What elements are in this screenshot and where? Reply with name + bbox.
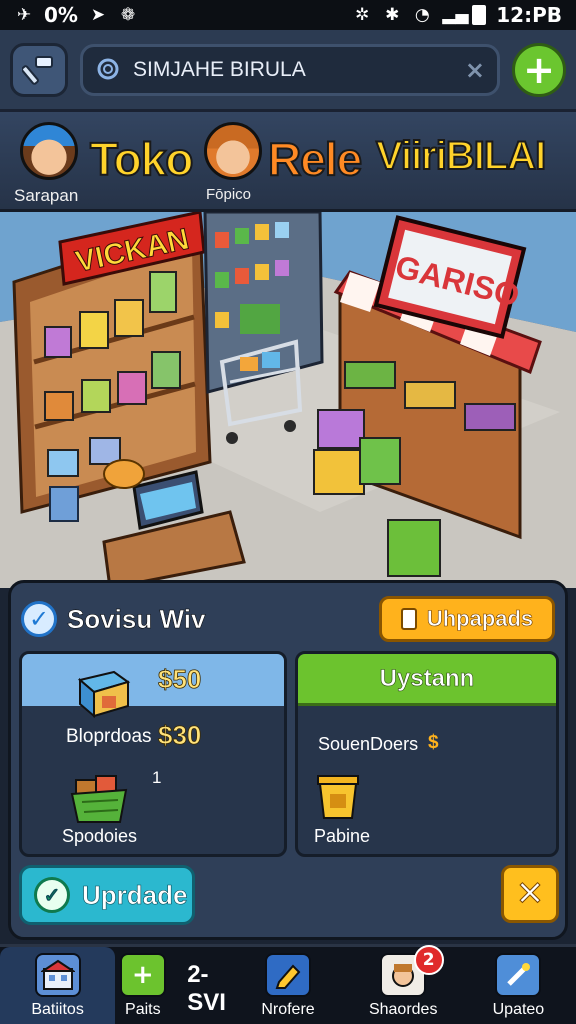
hammer-back-button[interactable]	[10, 42, 68, 97]
player-avatar-label: Sarapan	[14, 186, 79, 205]
updates-button[interactable]: Uhpapads	[379, 596, 555, 642]
item-price-1: $30	[158, 720, 202, 751]
panel-header: ✓ Sovisu Wiv Uhpapads	[21, 593, 555, 645]
companion-avatar-label: Fōpico	[206, 186, 252, 203]
nav-item-paits[interactable]: + 2-SVI Paits	[115, 947, 230, 1024]
update-button-label: Uprdade	[82, 879, 188, 910]
top-price: $50	[158, 664, 202, 695]
panel-title: Sovisu Wiv	[67, 603, 206, 634]
status-bar: ✈ 0% ➤ ❁ ✲ ✱ ◔ ▂▄ 12:PB	[0, 0, 576, 30]
plus-icon: +	[119, 953, 166, 997]
title-banner: Sarapan Toko Fōpico Rele ViiriBILAI	[0, 112, 576, 212]
bag-icon	[400, 608, 417, 630]
battery-percent: 0%	[44, 3, 78, 27]
title-word-3: ViiriBILAI	[375, 133, 547, 179]
right-item-name-2: Pabine	[314, 826, 371, 846]
nav-label-paits: Paits	[125, 1001, 161, 1018]
notification-badge: 2	[413, 945, 444, 975]
cell-signal-icon: ▂▄	[442, 5, 469, 25]
title-word-1: Toko	[89, 132, 194, 186]
item-count: 1	[152, 768, 162, 787]
nav-extra-value: 2-SVI	[187, 961, 226, 1016]
check-icon: ✓	[21, 601, 57, 637]
location-icon: ➤	[90, 5, 106, 25]
panel-title-group: ✓ Sovisu Wiv	[21, 601, 206, 637]
install-button-label: Uystann	[379, 664, 475, 692]
top-bar: × +	[0, 30, 576, 112]
updates-button-label: Uhpapads	[426, 606, 534, 632]
pencil-icon	[265, 953, 311, 997]
nav-label-upateo: Upateo	[492, 1001, 545, 1018]
storage-box-icon	[77, 670, 131, 719]
nav-label-nrofere: Nrofere	[261, 1001, 315, 1018]
bottom-nav: Batiitos + 2-SVI Paits Nrofere 2 Shaorde…	[0, 944, 576, 1024]
store-scene[interactable]: VICKAN GARISO	[0, 212, 576, 588]
plus-icon: +	[523, 47, 555, 92]
player-avatar[interactable]	[20, 122, 78, 180]
settings-icon: ✲	[355, 5, 370, 25]
signal-icon: ✈	[16, 5, 32, 25]
nav-item-upateo[interactable]: Upateo	[461, 947, 576, 1024]
shield-icon: ❁	[120, 5, 136, 25]
close-icon: ✕	[515, 874, 545, 915]
add-button[interactable]: +	[512, 42, 566, 97]
shop-icon	[34, 953, 81, 997]
item-name-2: Spodoies	[62, 826, 138, 846]
hammer-icon	[22, 55, 53, 85]
wifi-icon: ◔	[414, 5, 430, 25]
nav-item-batiitos[interactable]: Batiitos	[0, 947, 116, 1024]
clock: 12:PB	[496, 3, 562, 27]
battery-icon	[472, 5, 487, 25]
search-icon	[97, 58, 119, 79]
trash-bin-icon	[317, 775, 359, 819]
title-word-2: Rele	[267, 132, 363, 186]
nav-label-shaordes: Shaordes	[368, 1001, 438, 1018]
right-item-card: Uystann SouenDoers $ Pabine	[295, 651, 559, 857]
right-item-name-1: SouenDoers	[318, 734, 419, 754]
search-box[interactable]: ×	[80, 43, 500, 96]
bluetooth-icon: ✱	[385, 5, 400, 25]
nav-item-shaordes[interactable]: 2 Shaordes	[346, 945, 461, 1024]
nav-item-nrofere[interactable]: Nrofere	[230, 947, 345, 1024]
companion-avatar[interactable]	[204, 122, 262, 180]
grocery-basket-icon	[70, 775, 128, 823]
shop-panel: ✓ Sovisu Wiv Uhpapads $50 Bloprdoas $30 …	[8, 580, 568, 940]
clock-check-icon: ✓	[34, 877, 70, 913]
nav-label-batiitos: Batiitos	[31, 1001, 84, 1018]
item-name-1: Bloprdoas	[66, 726, 152, 747]
close-button[interactable]: ✕	[501, 865, 559, 923]
left-item-card[interactable]: $50 Bloprdoas $30 1 Spodoies	[19, 651, 287, 857]
search-input[interactable]	[133, 57, 455, 82]
wand-icon	[495, 953, 542, 997]
card-highlight-strip	[22, 654, 284, 706]
store-illustration: VICKAN GARISO	[0, 212, 576, 588]
install-button[interactable]: Uystann	[298, 654, 556, 706]
currency-symbol: $	[428, 732, 439, 753]
clear-search-icon[interactable]: ×	[465, 56, 485, 84]
update-button[interactable]: ✓ Uprdade	[19, 865, 195, 925]
